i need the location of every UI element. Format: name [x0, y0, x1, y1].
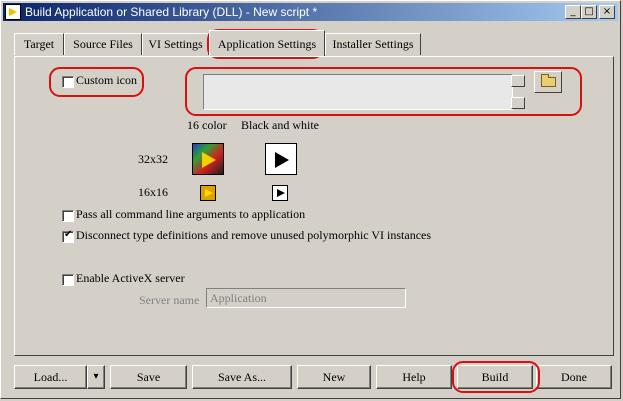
dialog-window: Build Application or Shared Library (DLL…	[0, 0, 621, 399]
tab-vi-settings[interactable]: VI Settings	[142, 33, 209, 55]
tab-source-files[interactable]: Source Files	[64, 33, 142, 55]
vi-icon-32-bw	[265, 143, 297, 175]
disconnect-typedefs-checkbox[interactable]	[62, 229, 74, 243]
vi-icon-16-color	[200, 185, 216, 201]
icon-path-field[interactable]	[203, 74, 513, 110]
tab-application-settings[interactable]: Application Settings	[209, 30, 325, 56]
new-button[interactable]: New	[297, 365, 371, 389]
save-as-button[interactable]: Save As...	[192, 365, 292, 389]
custom-icon-label: Custom icon	[76, 73, 138, 87]
server-name-field[interactable]: Application	[206, 288, 406, 308]
close-button[interactable]: ×	[599, 5, 615, 19]
load-button[interactable]: Load...	[14, 365, 87, 389]
folder-open-icon	[541, 74, 556, 87]
icon-bw-header: Black and white	[241, 118, 319, 132]
activex-label: Enable ActiveX server	[76, 271, 185, 285]
title-bar[interactable]: Build Application or Shared Library (DLL…	[3, 3, 618, 21]
vi-icon-16-bw	[272, 185, 288, 201]
save-button[interactable]: Save	[110, 365, 187, 389]
minimize-button[interactable]: _	[565, 5, 581, 19]
tab-installer-settings[interactable]: Installer Settings	[325, 33, 421, 55]
activex-checkbox[interactable]	[62, 274, 74, 286]
icon-path-scroll-up[interactable]	[511, 75, 525, 87]
done-button[interactable]: Done	[536, 365, 612, 389]
disconnect-typedefs-label: Disconnect type definitions and remove u…	[76, 228, 432, 242]
icon-16color-header: 16 color	[187, 118, 227, 132]
build-button[interactable]: Build	[457, 365, 533, 389]
pass-args-checkbox[interactable]	[62, 210, 74, 222]
pass-args-label: Pass all command line arguments to appli…	[76, 207, 306, 221]
browse-icon-button[interactable]	[534, 71, 562, 93]
maximize-button[interactable]: □	[581, 5, 597, 19]
tab-target[interactable]: Target	[14, 33, 64, 55]
labview-app-icon	[5, 4, 21, 20]
window-title: Build Application or Shared Library (DLL…	[25, 5, 318, 19]
server-name-label: Server name	[139, 293, 200, 307]
icon-16-row-label: 16x16	[138, 185, 168, 199]
custom-icon-checkbox[interactable]	[62, 76, 74, 88]
load-dropdown-button[interactable]: ▾	[87, 365, 105, 389]
icon-path-scroll-down[interactable]	[511, 97, 525, 109]
vi-icon-32-color	[192, 143, 224, 175]
icon-32-row-label: 32x32	[138, 152, 168, 166]
help-button[interactable]: Help	[376, 365, 452, 389]
